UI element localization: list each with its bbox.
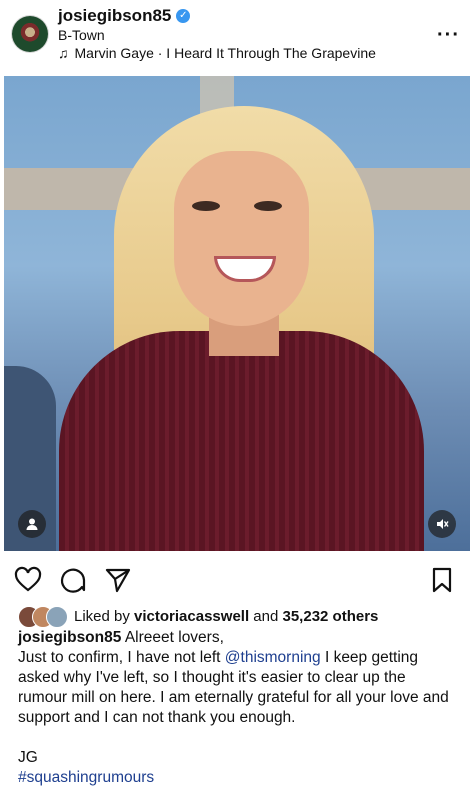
- liker-avatar-3: [46, 606, 68, 628]
- caption-username-link[interactable]: josiegibson85: [18, 629, 121, 646]
- action-bar: [0, 562, 474, 598]
- person-face: [174, 151, 309, 326]
- liker-avatars: [18, 606, 68, 628]
- send-icon[interactable]: [104, 566, 132, 594]
- post-photo[interactable]: [4, 76, 470, 551]
- music-note-icon: ♫: [58, 45, 69, 61]
- muted-speaker-icon[interactable]: [428, 510, 456, 538]
- mention-link[interactable]: @thismorning: [225, 649, 321, 666]
- likes-text: Liked by victoriacasswell and 35,232 oth…: [74, 608, 378, 625]
- username-row: josiegibson85 ✓: [58, 6, 191, 26]
- likes-joiner: and: [253, 607, 279, 625]
- verified-badge-icon: ✓: [176, 9, 191, 23]
- likes-summary[interactable]: Liked by victoriacasswell and 35,232 oth…: [18, 606, 378, 628]
- bookmark-icon[interactable]: [428, 566, 456, 594]
- person-eye-left: [192, 201, 220, 211]
- music-title: Marvin Gaye · I Heard It Through The Gra…: [74, 45, 376, 61]
- user-tag-icon[interactable]: [18, 510, 46, 538]
- username-link[interactable]: josiegibson85: [58, 6, 171, 26]
- post-header: josiegibson85 ✓ B-Town ♫ Marvin Gaye · I…: [0, 0, 474, 72]
- profile-avatar[interactable]: [12, 16, 48, 52]
- music-link[interactable]: ♫ Marvin Gaye · I Heard It Through The G…: [58, 45, 376, 61]
- likes-count-link[interactable]: 35,232 others: [283, 608, 379, 625]
- caption-greeting: Alreeet lovers,: [124, 629, 224, 646]
- liker-username-link[interactable]: victoriacasswell: [134, 608, 249, 625]
- caption-signature: JG: [18, 749, 38, 766]
- heart-icon[interactable]: [14, 566, 42, 594]
- person-sweater: [59, 331, 424, 551]
- person-eye-right: [254, 201, 282, 211]
- more-options-icon[interactable]: ···: [437, 24, 460, 47]
- comment-icon[interactable]: [59, 566, 87, 594]
- hashtag-link[interactable]: #squashingrumours: [18, 768, 458, 788]
- caption-body-start: Just to confirm, I have not left: [18, 649, 221, 666]
- location-link[interactable]: B-Town: [58, 27, 105, 43]
- likes-prefix: Liked by: [74, 607, 130, 625]
- post-caption: josiegibson85 Alreeet lovers, Just to co…: [18, 628, 458, 788]
